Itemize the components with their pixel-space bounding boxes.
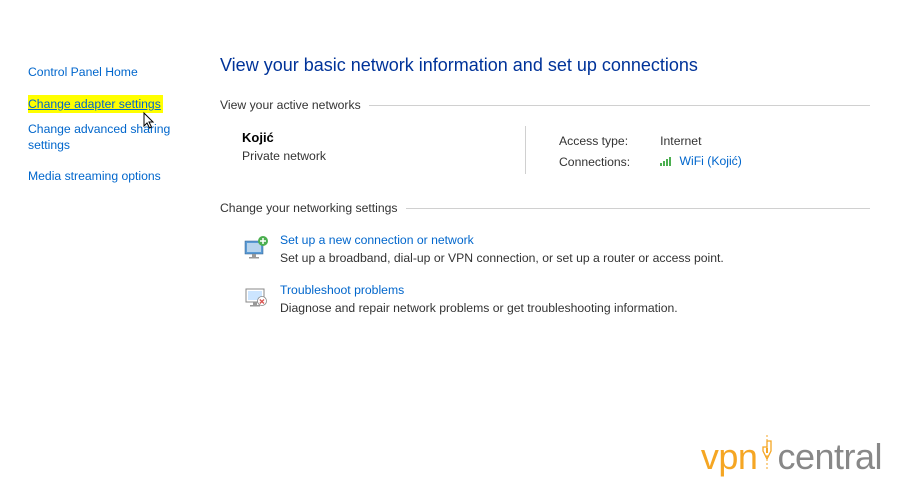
network-name: Kojić <box>242 130 537 145</box>
sidebar: Control Panel Home Change adapter settin… <box>28 64 193 199</box>
media-streaming-options-link[interactable]: Media streaming options <box>28 168 193 184</box>
change-advanced-sharing-link[interactable]: Change advanced sharing settings <box>28 121 193 153</box>
control-panel-home-link[interactable]: Control Panel Home <box>28 64 193 80</box>
network-type: Private network <box>242 149 537 163</box>
wifi-signal-icon <box>660 155 673 169</box>
troubleshoot-icon <box>242 283 270 311</box>
main-content: View your basic network information and … <box>220 55 870 333</box>
change-adapter-settings-link[interactable]: Change adapter settings <box>28 95 163 113</box>
access-type-value: Internet <box>660 132 742 150</box>
setup-connection-link[interactable]: Set up a new connection or network <box>280 233 724 247</box>
wifi-connection-link[interactable]: WiFi (Kojić) <box>680 154 742 168</box>
connections-label: Connections: <box>559 152 658 171</box>
access-type-label: Access type: <box>559 132 658 150</box>
setup-connection-item[interactable]: Set up a new connection or network Set u… <box>220 233 870 265</box>
active-networks-header: View your active networks <box>220 98 870 112</box>
watermark-logo: vpn central <box>701 433 882 482</box>
setup-connection-icon <box>242 233 270 261</box>
networking-settings-header: Change your networking settings <box>220 201 870 215</box>
troubleshoot-item[interactable]: Troubleshoot problems Diagnose and repai… <box>220 283 870 315</box>
troubleshoot-link[interactable]: Troubleshoot problems <box>280 283 678 297</box>
page-title: View your basic network information and … <box>220 55 870 76</box>
active-network-row: Kojić Private network Access type: Inter… <box>220 130 870 173</box>
setup-connection-desc: Set up a broadband, dial-up or VPN conne… <box>280 251 724 265</box>
troubleshoot-desc: Diagnose and repair network problems or … <box>280 301 678 315</box>
